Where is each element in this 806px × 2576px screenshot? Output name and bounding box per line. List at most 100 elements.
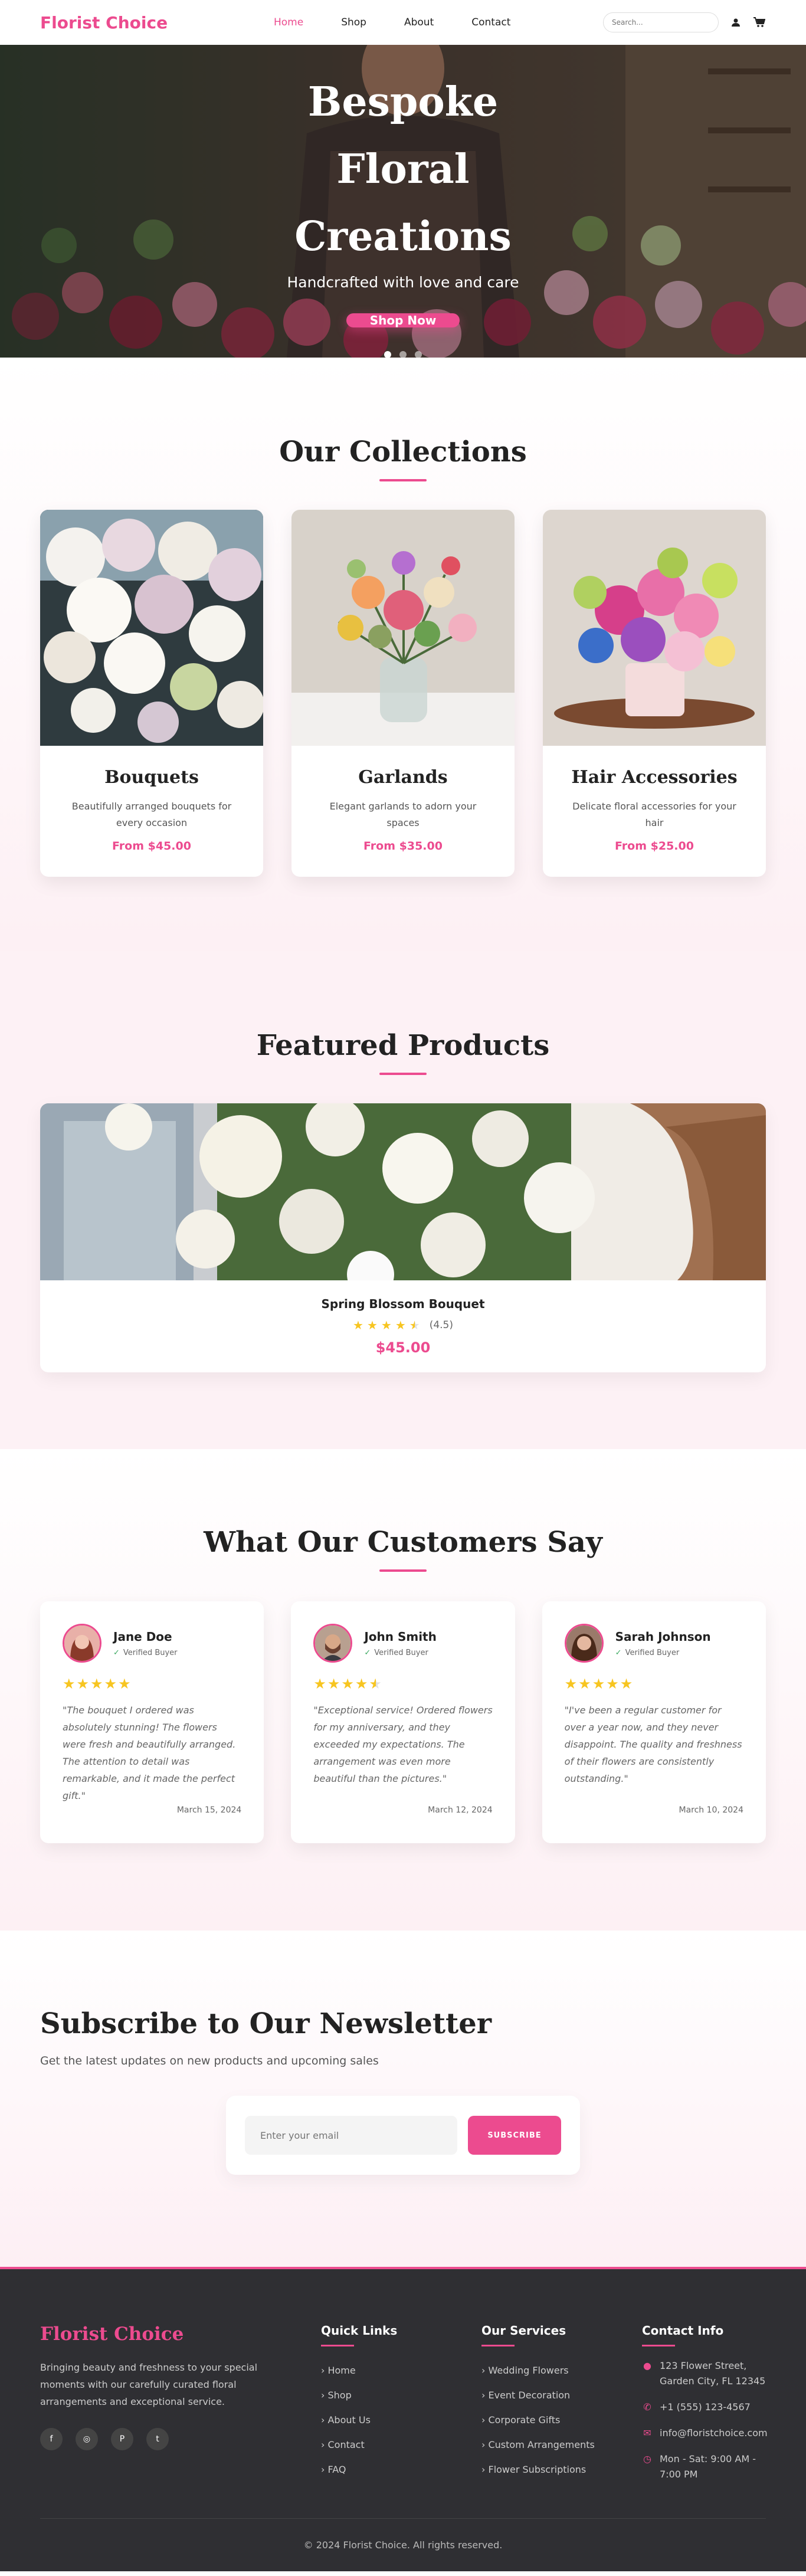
verified-badge: ✓ Verified Buyer	[364, 1648, 428, 1657]
footer-logo[interactable]: Florist Choice	[40, 2323, 321, 2345]
collection-card-garlands[interactable]: Garlands Elegant garlands to adorn your …	[291, 510, 515, 877]
cart-icon[interactable]	[753, 16, 766, 29]
footer-services: Our Services › Wedding Flowers › Event D…	[481, 2323, 642, 2493]
title-underline	[379, 1073, 427, 1075]
testimonial-date: March 10, 2024	[679, 1805, 743, 1815]
footer-description: Bringing beauty and freshness to your sp…	[40, 2362, 258, 2407]
footer-link[interactable]: › Wedding Flowers	[481, 2358, 642, 2383]
testimonial-date: March 15, 2024	[176, 1805, 242, 1815]
map-pin-icon: ●	[643, 2360, 651, 2371]
newsletter-subtitle: Get the latest updates on new products a…	[40, 2054, 379, 2067]
footer-brand: Florist Choice Bringing beauty and fresh…	[40, 2323, 321, 2493]
site-header: Florist Choice Home Shop About Contact	[0, 0, 806, 45]
header-actions	[603, 12, 766, 32]
collection-card-hair-accessories[interactable]: Hair Accessories Delicate floral accesso…	[543, 510, 766, 877]
collections-section: Our Collections Bouquets Beautifully arr…	[0, 358, 806, 951]
footer-link[interactable]: › Corporate Gifts	[481, 2408, 642, 2433]
star-icon: ★	[353, 1318, 363, 1332]
check-circle-icon: ✓	[113, 1648, 120, 1657]
logo[interactable]: Florist Choice	[40, 13, 168, 32]
contact-phone[interactable]: ✆ +1 (555) 123-4567	[642, 2400, 766, 2415]
testimonial-card: Jane Doe ✓ Verified Buyer ★★★★★ "The bouq…	[40, 1601, 264, 1843]
title-underline	[379, 1569, 427, 1572]
shop-now-button[interactable]: Shop Now	[346, 313, 460, 327]
facebook-icon[interactable]: f	[40, 2428, 63, 2450]
services-title: Our Services	[481, 2323, 566, 2338]
product-price: $45.00	[375, 1339, 431, 1356]
footer-link[interactable]: › Event Decoration	[481, 2383, 642, 2408]
collection-name: Hair Accessories	[571, 767, 738, 788]
nav-contact[interactable]: Contact	[471, 17, 510, 28]
testimonial-card: Sarah Johnson ✓ Verified Buyer ★★★★★ "I'v…	[542, 1601, 766, 1843]
nav-about[interactable]: About	[404, 17, 434, 28]
collection-price: From $45.00	[112, 840, 191, 853]
rating-stars: ★★★★★	[313, 1676, 383, 1692]
pinterest-icon[interactable]: P	[111, 2428, 133, 2450]
testimonials-section: What Our Customers Say Jane Doe ✓ Verifie…	[0, 1449, 806, 1931]
twitter-icon[interactable]: t	[146, 2428, 169, 2450]
check-circle-icon: ✓	[364, 1648, 371, 1657]
product-image	[40, 1103, 766, 1280]
star-icon: ★	[395, 1318, 406, 1332]
carousel-dot[interactable]	[384, 351, 391, 358]
user-icon[interactable]	[729, 16, 742, 29]
product-card[interactable]: Spring Blossom Bouquet ★ ★ ★ ★ ★ (4.5) $…	[40, 1103, 766, 1372]
contact-email[interactable]: ✉ info@floristchoice.com	[642, 2426, 767, 2441]
email-field[interactable]	[245, 2116, 457, 2155]
newsletter-title: Subscribe to Our Newsletter	[40, 2007, 492, 2040]
contact-hours: ◷ Mon - Sat: 9:00 AM - 7:00 PM	[642, 2452, 766, 2482]
avatar	[564, 1624, 604, 1663]
instagram-icon[interactable]: ◎	[76, 2428, 98, 2450]
featured-section: Featured Products Spring Blossom Bouquet…	[0, 951, 806, 1449]
footer-link[interactable]: › Home	[321, 2358, 481, 2383]
search-input[interactable]	[603, 12, 719, 32]
collection-name: Bouquets	[104, 767, 199, 788]
testimonial-date: March 12, 2024	[428, 1805, 493, 1815]
carousel-dot[interactable]	[399, 351, 407, 358]
phone-icon: ✆	[643, 2401, 651, 2413]
newsletter-form: SUBSCRIBE	[226, 2096, 580, 2175]
footer-contact: Contact Info ● 123 Flower Street, Garden …	[642, 2323, 768, 2493]
clock-icon: ◷	[643, 2453, 651, 2464]
half-star-icon: ★	[409, 1318, 420, 1332]
reviewer-name: Sarah Johnson	[615, 1629, 711, 1644]
product-rating: ★ ★ ★ ★ ★ (4.5)	[40, 1318, 766, 1332]
subscribe-button[interactable]: SUBSCRIBE	[468, 2116, 561, 2155]
verified-badge: ✓ Verified Buyer	[113, 1648, 178, 1657]
footer-link[interactable]: › Custom Arrangements	[481, 2433, 642, 2457]
social-links: f ◎ P t	[40, 2428, 321, 2450]
rating-count: (4.5)	[429, 1319, 453, 1331]
main-nav: Home Shop About Contact	[274, 17, 548, 28]
collection-desc: Elegant garlands to adorn your spaces	[329, 801, 477, 828]
footer-columns: Florist Choice Bringing beauty and fresh…	[40, 2323, 768, 2493]
footer-link[interactable]: › Shop	[321, 2383, 481, 2408]
carousel-dot[interactable]	[415, 351, 422, 358]
contact-title: Contact Info	[642, 2323, 724, 2338]
collection-card-bouquets[interactable]: Bouquets Beautifully arranged bouquets f…	[40, 510, 263, 877]
site-footer: Florist Choice Bringing beauty and fresh…	[0, 2267, 806, 2571]
carousel-dots	[384, 351, 422, 358]
star-icon: ★	[381, 1318, 392, 1332]
footer-link[interactable]: › About Us	[321, 2408, 481, 2433]
footer-quick-links: Quick Links › Home › Shop › About Us › C…	[321, 2323, 481, 2493]
footer-link[interactable]: › Flower Subscriptions	[481, 2457, 642, 2482]
testimonial-header: John Smith ✓ Verified Buyer	[313, 1624, 492, 1663]
rating-stars: ★★★★★	[564, 1676, 634, 1692]
star-icon: ★	[366, 1318, 378, 1332]
quick-links-title: Quick Links	[321, 2323, 398, 2338]
nav-home[interactable]: Home	[274, 17, 303, 28]
footer-link[interactable]: › FAQ	[321, 2457, 481, 2482]
testimonial-card: John Smith ✓ Verified Buyer ★★★★★ "Except…	[291, 1601, 515, 1843]
title-underline	[642, 2345, 675, 2346]
avatar	[313, 1624, 353, 1663]
contact-address: ● 123 Flower Street, Garden City, FL 1234…	[642, 2358, 766, 2389]
garlands-image	[291, 510, 515, 746]
testimonial-quote: "I've been a regular customer for over a…	[564, 1705, 742, 1784]
rating-stars: ★★★★★	[63, 1676, 132, 1692]
hero-subtitle: Handcrafted with love and care	[287, 274, 519, 291]
footer-link[interactable]: › Contact	[321, 2433, 481, 2457]
verified-badge: ✓ Verified Buyer	[615, 1648, 680, 1657]
nav-shop[interactable]: Shop	[341, 17, 366, 28]
testimonial-header: Jane Doe ✓ Verified Buyer	[63, 1624, 241, 1663]
hair-accessories-image	[543, 510, 766, 746]
